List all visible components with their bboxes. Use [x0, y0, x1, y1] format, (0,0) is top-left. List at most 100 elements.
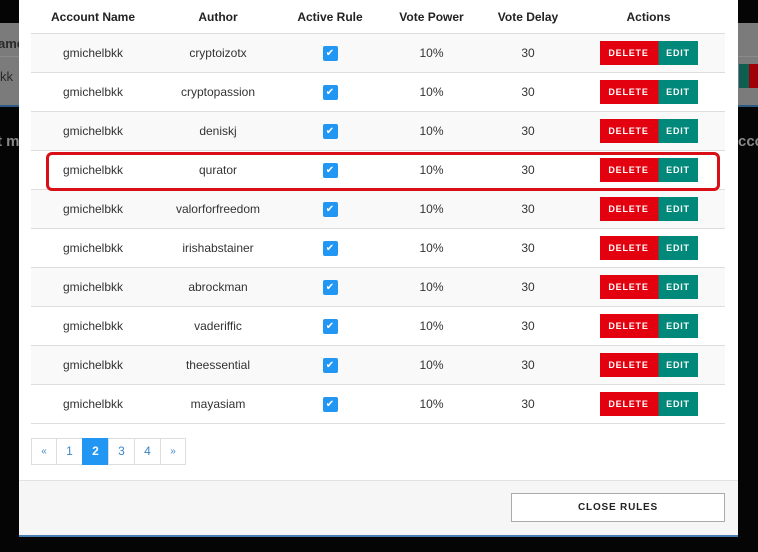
pagination-next[interactable]: »: [160, 438, 186, 465]
background-text-fragment-right: ccc: [738, 133, 758, 150]
vote-delay-cell: 30: [484, 345, 572, 385]
edit-button[interactable]: EDIT: [657, 275, 698, 299]
vote-delay-cell: 30: [484, 72, 572, 112]
delete-button[interactable]: DELETE: [599, 314, 658, 338]
pagination-page-2-current[interactable]: 2: [82, 438, 109, 465]
column-header-vote-delay: Vote Delay: [484, 0, 572, 34]
table-row: gmichelbkk vaderiffic ✔ 10% 30 DELETE EDIT: [31, 306, 725, 346]
actions-cell: DELETE EDIT: [572, 72, 725, 112]
active-rule-checkbox[interactable]: ✔: [322, 240, 338, 256]
table-row: gmichelbkk irishabstainer ✔ 10% 30 DELETE EDIT: [31, 228, 725, 268]
table-row: gmichelbkk cryptopassion ✔ 10% 30 DELETE EDIT: [31, 72, 725, 112]
account-name-cell: gmichelbkk: [31, 189, 155, 229]
edit-button[interactable]: EDIT: [657, 197, 698, 221]
actions-cell: DELETE EDIT: [572, 189, 725, 229]
table-row: gmichelbkk valorforfreedom ✔ 10% 30 DELETE EDI…: [31, 189, 725, 229]
author-cell: abrockman: [155, 267, 281, 307]
active-rule-checkbox[interactable]: ✔: [322, 396, 338, 412]
actions-cell: DELETE EDIT: [572, 150, 725, 190]
vote-power-cell: 10%: [379, 111, 484, 151]
vote-power-cell: 10%: [379, 228, 484, 268]
delete-button[interactable]: DELETE: [599, 275, 658, 299]
account-name-cell: gmichelbkk: [31, 111, 155, 151]
column-header-vote-power: Vote Power: [379, 0, 484, 34]
pagination-page-3[interactable]: 3: [108, 438, 135, 465]
author-cell: mayasiam: [155, 384, 281, 424]
delete-button[interactable]: DELETE: [599, 41, 658, 65]
vote-delay-cell: 30: [484, 228, 572, 268]
author-cell: cryptopassion: [155, 72, 281, 112]
active-rule-checkbox[interactable]: ✔: [322, 45, 338, 61]
author-cell: deniskj: [155, 111, 281, 151]
vote-power-cell: 10%: [379, 267, 484, 307]
actions-cell: DELETE EDIT: [572, 306, 725, 346]
column-header-active-rule: Active Rule: [281, 0, 379, 34]
edit-button[interactable]: EDIT: [657, 353, 698, 377]
rules-modal: Account Name Author Active Rule Vote Pow…: [19, 0, 738, 536]
active-rule-checkbox[interactable]: ✔: [322, 123, 338, 139]
pagination-previous[interactable]: «: [31, 438, 57, 465]
background-delete-button: [749, 64, 758, 88]
active-rule-cell: ✔: [281, 228, 379, 268]
actions-cell: DELETE EDIT: [572, 345, 725, 385]
actions-cell: DELETE EDIT: [572, 228, 725, 268]
column-header-author: Author: [155, 0, 281, 34]
active-rule-checkbox[interactable]: ✔: [322, 201, 338, 217]
close-rules-button[interactable]: CLOSE RULES: [511, 493, 725, 522]
active-rule-checkbox[interactable]: ✔: [322, 318, 338, 334]
table-row-highlighted: gmichelbkk qurator ✔ 10% 30 DELETE EDIT: [31, 150, 725, 190]
column-header-account-name: Account Name: [31, 0, 155, 34]
table-header-row: Account Name Author Active Rule Vote Pow…: [31, 0, 725, 34]
actions-cell: DELETE EDIT: [572, 267, 725, 307]
active-rule-cell: ✔: [281, 33, 379, 73]
delete-button[interactable]: DELETE: [599, 197, 658, 221]
vote-power-cell: 10%: [379, 33, 484, 73]
edit-button[interactable]: EDIT: [657, 236, 698, 260]
edit-button[interactable]: EDIT: [657, 41, 698, 65]
author-cell: valorforfreedom: [155, 189, 281, 229]
active-rule-cell: ✔: [281, 150, 379, 190]
edit-button[interactable]: EDIT: [657, 119, 698, 143]
column-header-actions: Actions: [572, 0, 725, 34]
delete-button[interactable]: DELETE: [599, 392, 658, 416]
account-name-cell: gmichelbkk: [31, 306, 155, 346]
pagination-page-1[interactable]: 1: [56, 438, 83, 465]
actions-cell: DELETE EDIT: [572, 33, 725, 73]
account-name-cell: gmichelbkk: [31, 150, 155, 190]
vote-delay-cell: 30: [484, 150, 572, 190]
vote-delay-cell: 30: [484, 384, 572, 424]
active-rule-checkbox[interactable]: ✔: [322, 279, 338, 295]
active-rule-checkbox[interactable]: ✔: [322, 357, 338, 373]
delete-button[interactable]: DELETE: [599, 236, 658, 260]
table-row: gmichelbkk cryptoizotx ✔ 10% 30 DELETE EDIT: [31, 33, 725, 73]
delete-button[interactable]: DELETE: [599, 80, 658, 104]
delete-button[interactable]: DELETE: [599, 119, 658, 143]
active-rule-checkbox[interactable]: ✔: [322, 162, 338, 178]
author-cell: qurator: [155, 150, 281, 190]
delete-button[interactable]: DELETE: [599, 158, 658, 182]
table-row: gmichelbkk theessential ✔ 10% 30 DELETE EDIT: [31, 345, 725, 385]
vote-delay-cell: 30: [484, 33, 572, 73]
active-rule-checkbox[interactable]: ✔: [322, 84, 338, 100]
edit-button[interactable]: EDIT: [657, 314, 698, 338]
edit-button[interactable]: EDIT: [657, 392, 698, 416]
active-rule-cell: ✔: [281, 72, 379, 112]
pagination: « 1 2 3 4 »: [31, 438, 186, 465]
edit-button[interactable]: EDIT: [657, 80, 698, 104]
active-rule-cell: ✔: [281, 189, 379, 229]
background-text-fragment-left: t m: [0, 133, 20, 150]
vote-power-cell: 10%: [379, 189, 484, 229]
active-rule-cell: ✔: [281, 345, 379, 385]
delete-button[interactable]: DELETE: [599, 353, 658, 377]
modal-bottom-border: [19, 535, 738, 537]
account-name-cell: gmichelbkk: [31, 267, 155, 307]
pagination-page-4[interactable]: 4: [134, 438, 161, 465]
vote-delay-cell: 30: [484, 189, 572, 229]
table-row: gmichelbkk deniskj ✔ 10% 30 DELETE EDIT: [31, 111, 725, 151]
vote-delay-cell: 30: [484, 267, 572, 307]
edit-button[interactable]: EDIT: [657, 158, 698, 182]
active-rule-cell: ✔: [281, 267, 379, 307]
author-cell: vaderiffic: [155, 306, 281, 346]
rules-table: Account Name Author Active Rule Vote Pow…: [31, 0, 725, 424]
actions-cell: DELETE EDIT: [572, 111, 725, 151]
